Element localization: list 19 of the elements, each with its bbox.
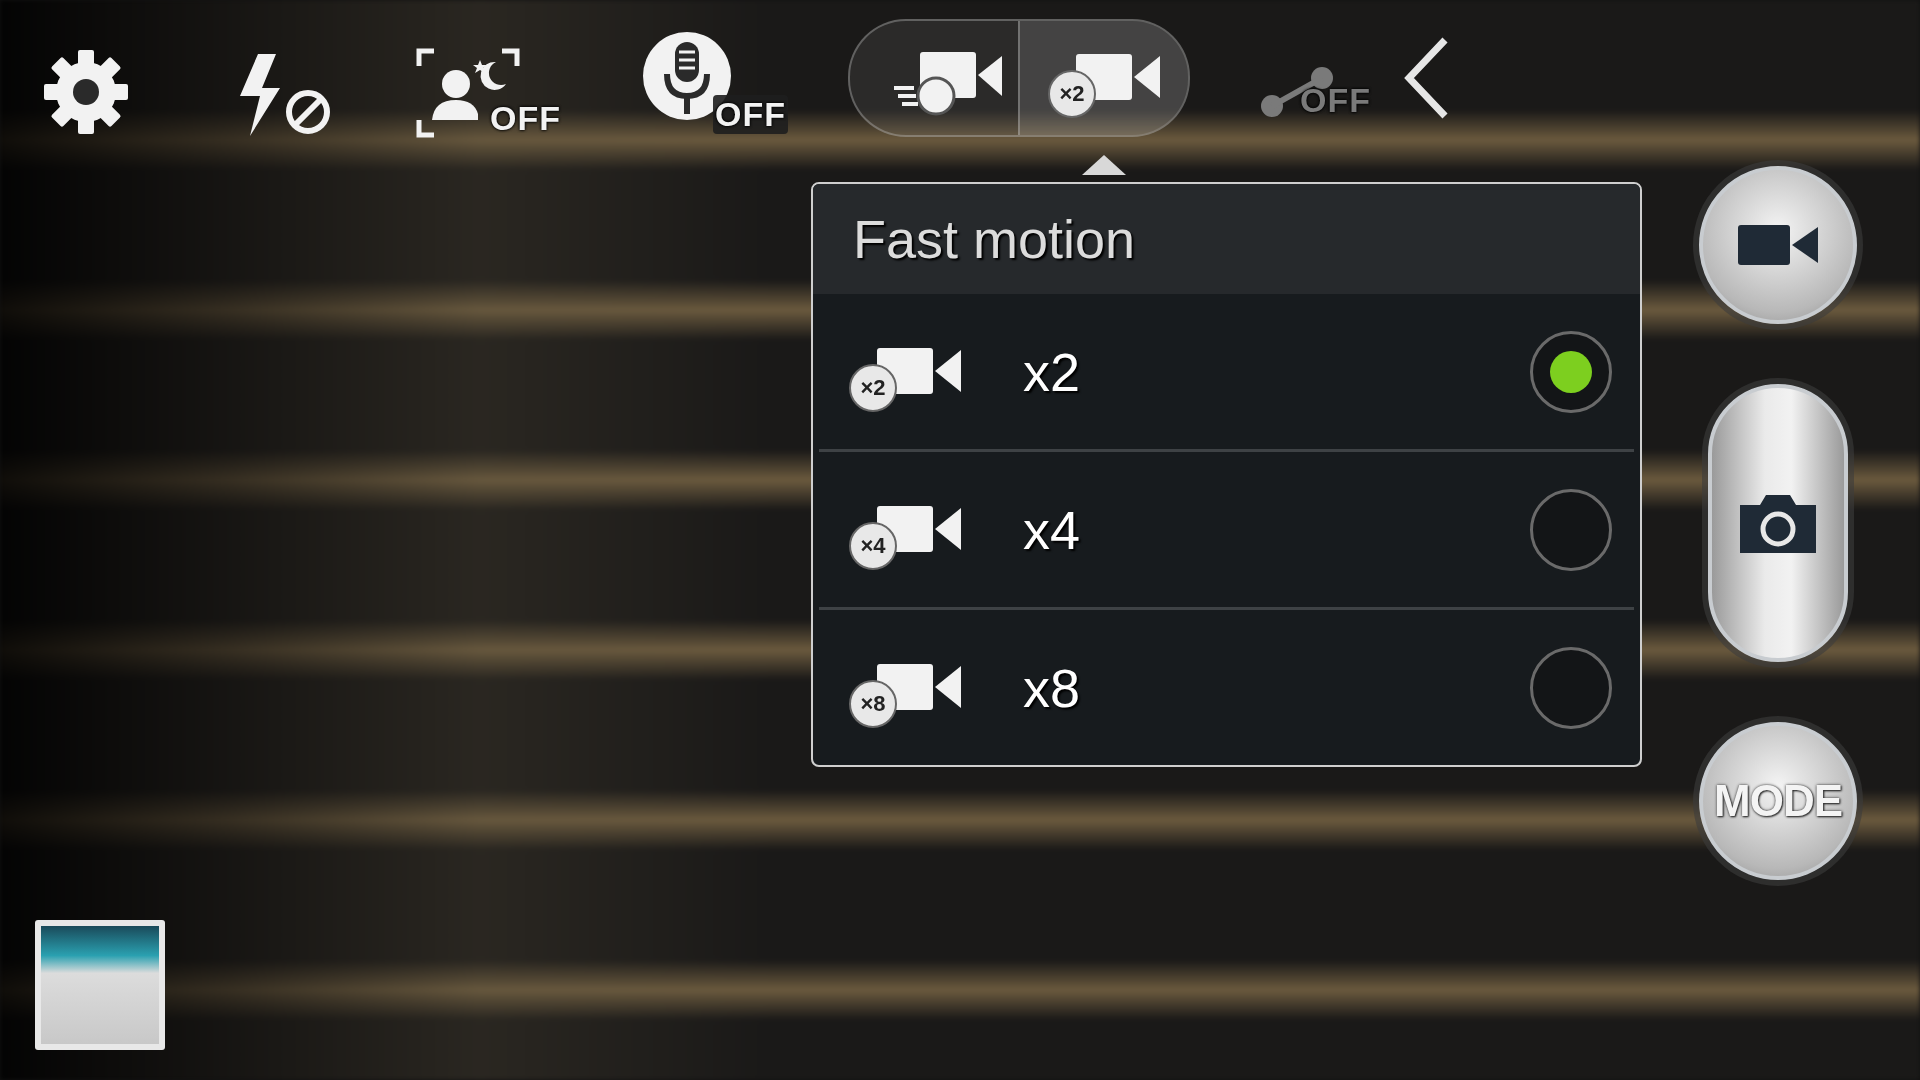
night-mode-button[interactable]: OFF: [416, 18, 561, 138]
off-label: OFF: [490, 99, 561, 138]
option-label: x2: [1023, 340, 1082, 403]
speed-option[interactable]: ×4 x4: [819, 449, 1634, 607]
popup-title: Fast motion: [813, 184, 1640, 294]
speed-badge: ×2: [849, 363, 897, 412]
camera-icon: [1740, 493, 1816, 553]
speed-option[interactable]: ×8 x8: [819, 607, 1634, 765]
option-label: x8: [1023, 656, 1082, 719]
off-label: OFF: [713, 95, 788, 134]
option-label: x4: [1023, 498, 1082, 561]
speed-badge: ×4: [849, 521, 897, 570]
gallery-thumbnail[interactable]: [35, 920, 165, 1050]
speed-badge: ×8: [849, 679, 897, 728]
off-label: OFF: [1299, 81, 1371, 120]
video-camera-icon: [1738, 223, 1818, 267]
shutter-button[interactable]: [1708, 384, 1848, 662]
voice-control-button[interactable]: OFF: [641, 18, 788, 138]
speed-option[interactable]: ×2 x2: [813, 294, 1640, 449]
